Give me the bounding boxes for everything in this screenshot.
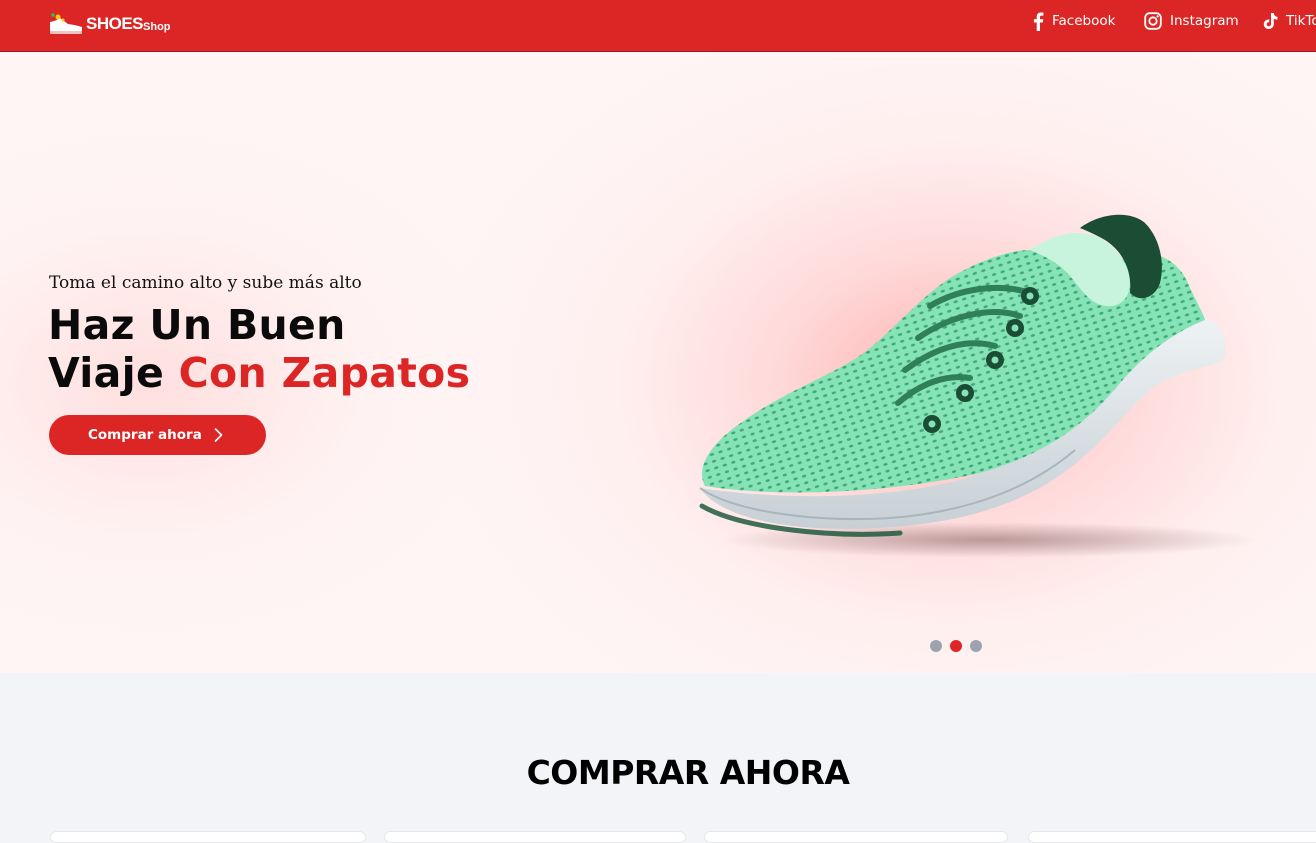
instagram-label: Instagram	[1170, 13, 1239, 29]
hero-slider: Toma el camino alto y sube más alto Haz …	[0, 53, 1316, 673]
slide-dot-2[interactable]	[950, 640, 962, 652]
shop-now-button[interactable]: Comprar ahora	[49, 415, 266, 455]
sneaker-logo-icon	[48, 12, 84, 36]
facebook-link[interactable]: Facebook	[1032, 0, 1115, 42]
product-card[interactable]	[384, 831, 686, 843]
logo-subtext: Shop	[143, 21, 171, 33]
facebook-label: Facebook	[1052, 13, 1116, 29]
instagram-link[interactable]: Instagram	[1144, 0, 1239, 42]
slide-dot-1[interactable]	[930, 640, 942, 652]
facebook-icon	[1032, 12, 1044, 31]
product-card[interactable]	[1028, 831, 1316, 843]
brand-logo[interactable]: SHOES Shop	[48, 11, 171, 37]
tiktok-label: TikTok	[1286, 13, 1316, 29]
slider-pagination	[930, 640, 982, 652]
chevron-right-icon	[214, 428, 223, 442]
product-card[interactable]	[50, 831, 366, 843]
headline-line-2-accent: Con Zapatos	[178, 349, 471, 397]
tiktok-link[interactable]: TikTok	[1262, 0, 1316, 42]
hero-headline: Haz Un Buen Viaje Con Zapatos	[48, 301, 470, 397]
product-card[interactable]	[704, 831, 1008, 843]
sneaker-product-image	[699, 214, 1260, 558]
top-navbar: SHOES Shop Facebook Instagram TikTok	[0, 0, 1316, 52]
tiktok-icon	[1262, 12, 1278, 30]
logo-text: SHOES	[86, 14, 144, 33]
instagram-icon	[1144, 12, 1162, 30]
shop-now-label: Comprar ahora	[88, 427, 202, 443]
headline-line-2-start: Viaje	[48, 349, 179, 397]
section-title: COMPRAR AHORA	[526, 753, 850, 792]
product-cards-row	[0, 831, 1316, 843]
slide-dot-3[interactable]	[970, 640, 982, 652]
hero-tagline: Toma el camino alto y sube más alto	[49, 273, 362, 293]
headline-line-1: Haz Un Buen	[48, 301, 346, 349]
